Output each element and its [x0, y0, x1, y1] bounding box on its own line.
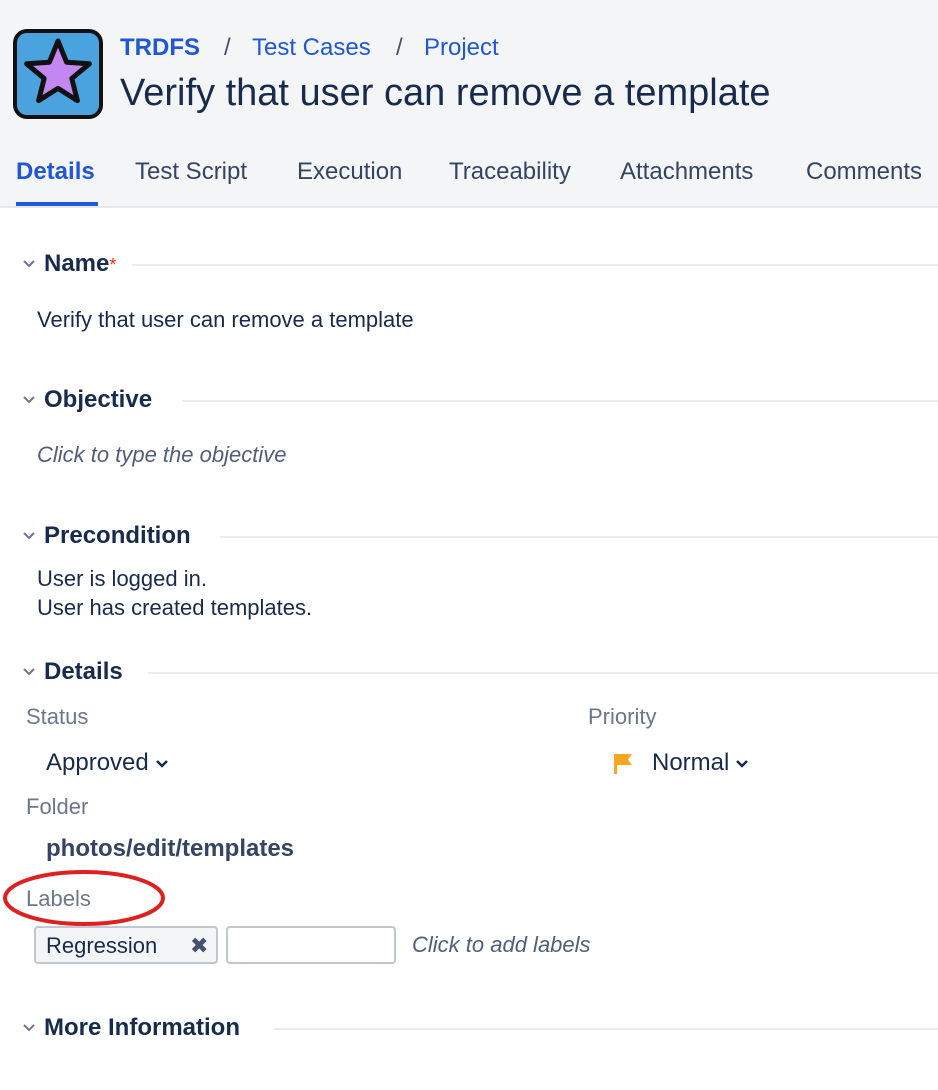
tab-execution[interactable]: Execution — [297, 158, 402, 186]
priority-dropdown[interactable]: Normal — [652, 749, 749, 777]
tab-traceability[interactable]: Traceability — [449, 158, 571, 186]
status-dropdown[interactable]: Approved — [46, 749, 169, 777]
breadcrumb-project-key[interactable]: TRDFS — [120, 34, 200, 62]
status-value: Approved — [46, 749, 149, 776]
page-title: Verify that user can remove a template — [120, 72, 771, 114]
label-chip-text: Regression — [46, 933, 158, 958]
chevron-down-icon — [23, 1024, 35, 1032]
breadcrumb-separator: / — [224, 34, 231, 61]
section-divider — [148, 672, 938, 674]
page-header: TRDFS / Test Cases / Project Verify that… — [0, 0, 938, 208]
folder-value[interactable]: photos/edit/templates — [46, 835, 294, 863]
section-divider — [132, 264, 938, 266]
label-chip[interactable]: Regression ✖ — [34, 926, 218, 964]
tab-comments[interactable]: Comments — [806, 158, 922, 186]
breadcrumb-project[interactable]: Project — [424, 34, 499, 62]
chevron-down-icon — [23, 532, 35, 540]
priority-label: Priority — [588, 704, 657, 729]
close-icon[interactable]: ✖ — [190, 933, 208, 959]
active-tab-indicator — [16, 202, 98, 206]
chevron-down-icon — [23, 396, 35, 404]
section-divider — [220, 536, 938, 538]
precondition-line[interactable]: User is logged in. — [37, 566, 207, 592]
precondition-line[interactable]: User has created templates. — [37, 595, 312, 621]
status-label: Status — [26, 704, 89, 729]
section-title-more-information: More Information — [44, 1014, 240, 1041]
section-title-precondition: Precondition — [44, 522, 191, 549]
folder-label: Folder — [26, 794, 89, 819]
chevron-down-icon — [23, 668, 35, 676]
breadcrumb-separator: / — [396, 34, 403, 61]
breadcrumb-test-cases[interactable]: Test Cases — [252, 34, 371, 62]
section-title-name: Name* — [44, 250, 117, 277]
required-marker: * — [109, 255, 117, 275]
section-title-objective: Objective — [44, 386, 153, 413]
labels-input[interactable] — [226, 926, 396, 964]
project-star-icon[interactable] — [13, 29, 103, 119]
name-value[interactable]: Verify that user can remove a template — [37, 307, 414, 333]
tab-attachments[interactable]: Attachments — [620, 158, 753, 186]
labels-label: Labels — [26, 886, 91, 911]
objective-placeholder[interactable]: Click to type the objective — [37, 442, 286, 468]
section-divider — [182, 400, 938, 402]
chevron-down-icon — [23, 260, 35, 268]
labels-placeholder[interactable]: Click to add labels — [412, 932, 591, 958]
chevron-down-icon — [155, 759, 168, 768]
section-divider — [274, 1028, 938, 1030]
flag-icon — [614, 754, 632, 774]
section-title-details: Details — [44, 658, 123, 685]
chevron-down-icon — [736, 759, 749, 768]
tab-details[interactable]: Details — [16, 158, 95, 186]
tab-test-script[interactable]: Test Script — [135, 158, 247, 186]
priority-value: Normal — [652, 749, 730, 776]
